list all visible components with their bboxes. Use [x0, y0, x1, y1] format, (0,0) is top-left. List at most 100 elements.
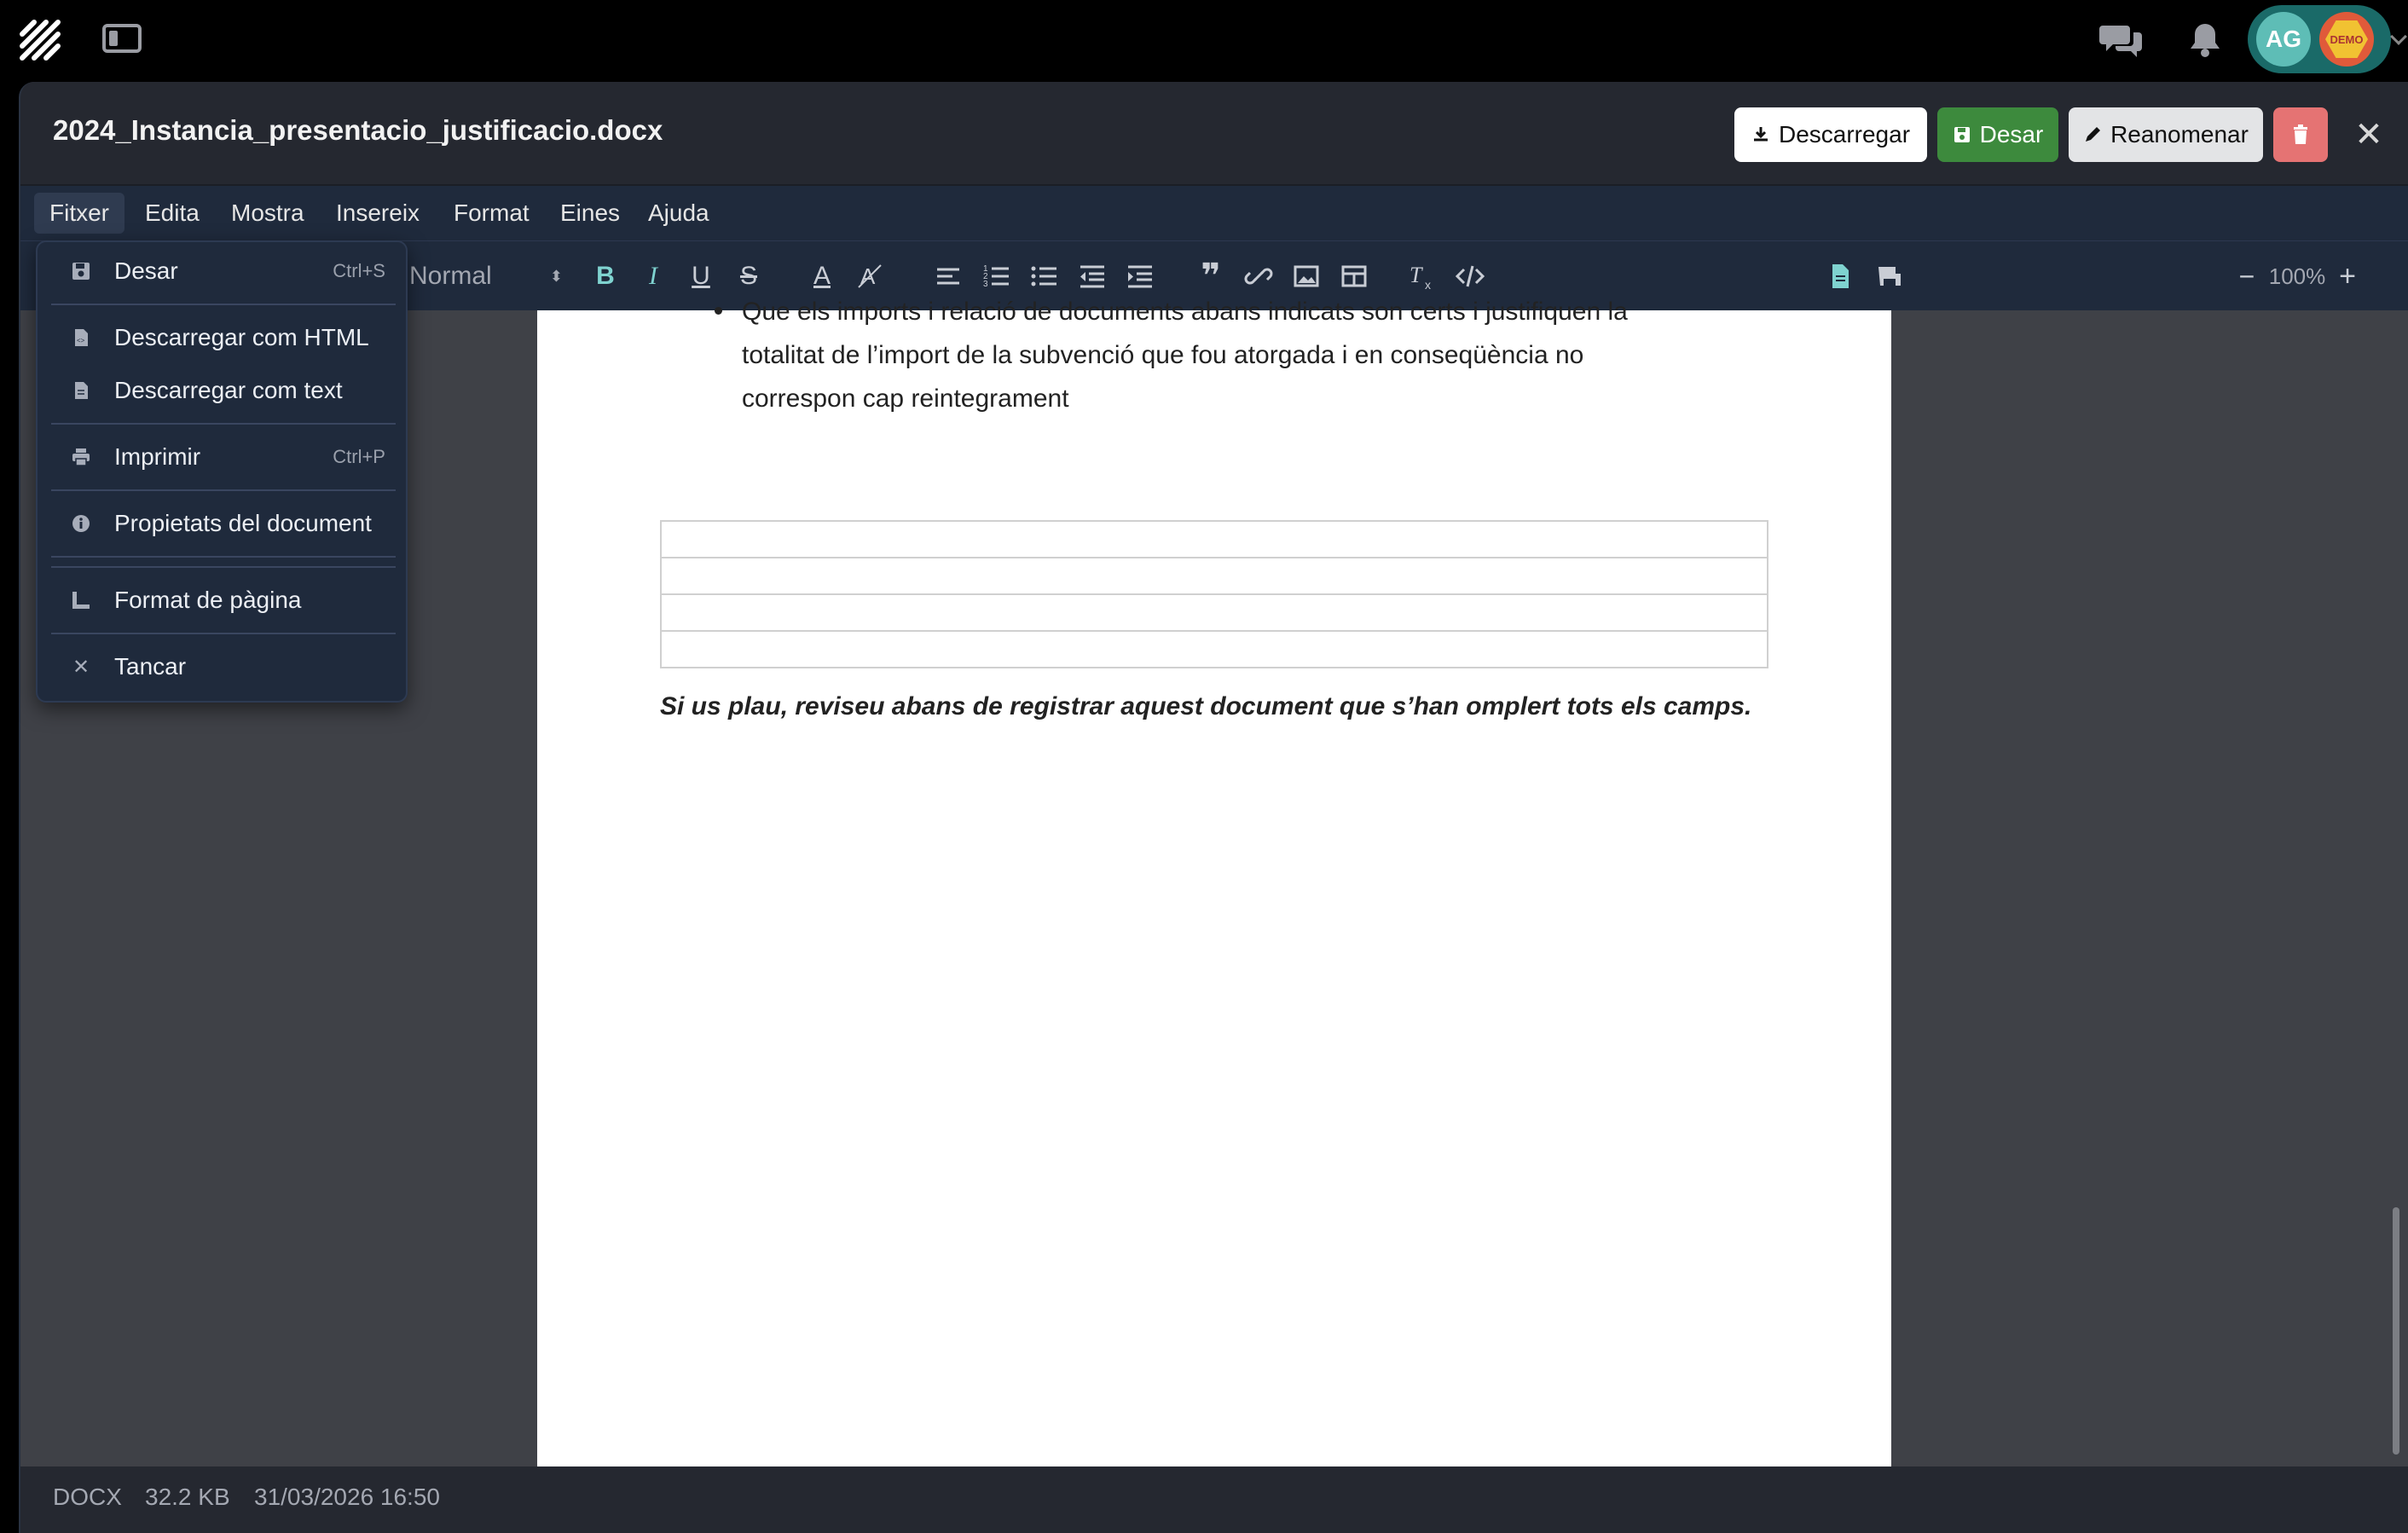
menu-item-label: Descarregar com HTML: [114, 324, 369, 350]
menu-item-label: Format de pàgina: [114, 587, 302, 613]
document-page[interactable]: Que els imports i relació de documents a…: [537, 298, 1891, 1466]
italic-icon[interactable]: I: [636, 258, 670, 294]
notifications-bell-icon[interactable]: [2188, 20, 2222, 58]
menu-item-download-text[interactable]: Descarregar com text: [53, 367, 394, 414]
menu-item-properties[interactable]: Propietats del document: [53, 500, 394, 547]
table-row: [660, 520, 1768, 558]
menu-item-label: Desar: [114, 257, 178, 284]
chevron-down-icon[interactable]: [2390, 28, 2407, 45]
user-avatar[interactable]: AG: [2256, 12, 2311, 67]
account-menu[interactable]: AG DEMO: [2248, 5, 2391, 73]
text-color-icon[interactable]: A: [805, 258, 839, 294]
print-icon: [68, 444, 94, 470]
save-icon: [1954, 127, 1970, 142]
menu-format[interactable]: Format: [438, 193, 545, 234]
menu-item-label: Propietats del document: [114, 510, 372, 536]
clear-formatting-icon[interactable]: Tx: [1405, 258, 1439, 294]
menu-item-download-html[interactable]: <> Descarregar com HTML: [53, 314, 394, 362]
menu-item-page-format[interactable]: Format de pàgina: [53, 576, 394, 624]
underline-icon[interactable]: U: [684, 258, 718, 294]
menu-edit[interactable]: Edita: [130, 193, 215, 234]
menu-item-label: Imprimir: [114, 443, 201, 470]
shortcut-label: Ctrl+P: [333, 446, 385, 467]
save-button[interactable]: Desar: [1937, 107, 2058, 162]
chat-icon[interactable]: [2099, 20, 2144, 58]
table-cell[interactable]: [660, 593, 1768, 632]
ordered-list-icon[interactable]: 123: [979, 258, 1013, 294]
html-file-icon: <>: [68, 325, 94, 350]
menu-view[interactable]: Mostra: [216, 193, 320, 234]
zoom-out-icon[interactable]: −: [2234, 258, 2260, 294]
menu-divider: [51, 489, 396, 491]
close-icon: ✕: [72, 655, 90, 679]
print-preview-icon[interactable]: [1871, 258, 1908, 294]
menu-file[interactable]: Fitxer: [34, 193, 124, 234]
document-page-icon[interactable]: [1823, 258, 1857, 294]
menu-divider: [51, 556, 396, 558]
status-bar: DOCX 32.2 KB 31/03/2026 16:50: [20, 1466, 2408, 1533]
table-icon[interactable]: [1337, 258, 1371, 294]
svg-text:A: A: [860, 263, 876, 289]
svg-text:<>: <>: [77, 337, 85, 344]
body-line-3: correspon cap reintegrament: [742, 385, 1069, 413]
modified-date: 31/03/2026 16:50: [254, 1484, 440, 1510]
link-icon[interactable]: [1242, 258, 1276, 294]
menu-bar: Fitxer Edita Mostra Insereix Format Eine…: [20, 186, 2408, 240]
menu-item-save[interactable]: Desar Ctrl+S: [53, 247, 394, 295]
document-table[interactable]: [660, 520, 1768, 668]
paragraph-style-select[interactable]: Normal ⬍: [409, 258, 563, 294]
image-icon[interactable]: [1289, 258, 1323, 294]
menu-insert[interactable]: Insereix: [321, 193, 435, 234]
menu-divider: [51, 566, 396, 568]
download-button[interactable]: Descarregar: [1734, 107, 1927, 162]
menu-tools[interactable]: Eines: [545, 193, 635, 234]
code-view-icon[interactable]: [1451, 258, 1489, 294]
zoom-level: 100%: [2268, 263, 2326, 289]
download-label: Descarregar: [1778, 121, 1911, 148]
file-size: 32.2 KB: [145, 1484, 230, 1510]
menu-item-print[interactable]: Imprimir Ctrl+P: [53, 433, 394, 481]
svg-text:T: T: [1409, 263, 1423, 287]
save-label: Desar: [1979, 121, 2044, 148]
table-row: [660, 593, 1768, 632]
svg-text:x: x: [1425, 278, 1431, 291]
table-cell[interactable]: [660, 520, 1768, 558]
text-file-icon: [68, 378, 94, 403]
document-title: 2024_Instancia_presentacio_justificacio.…: [53, 114, 663, 146]
demo-badge-label: DEMO: [2325, 20, 2368, 58]
svg-text:3: 3: [983, 280, 988, 289]
menu-divider: [51, 304, 396, 305]
zoom-in-icon[interactable]: +: [2335, 258, 2360, 294]
menu-item-close[interactable]: ✕ Tancar: [53, 643, 394, 691]
table-row: [660, 557, 1768, 595]
trash-icon: [2294, 124, 2307, 144]
file-type: DOCX: [53, 1484, 122, 1510]
indent-icon[interactable]: [1122, 258, 1156, 294]
outdent-icon[interactable]: [1074, 258, 1108, 294]
menu-item-label: Tancar: [114, 653, 187, 680]
list-bullet: [715, 307, 722, 315]
table-cell[interactable]: [660, 557, 1768, 595]
table-cell[interactable]: [660, 630, 1768, 668]
align-left-icon[interactable]: [931, 258, 965, 294]
ruler-icon: [68, 587, 94, 613]
blockquote-icon[interactable]: ❞: [1194, 257, 1228, 295]
menu-divider: [51, 633, 396, 634]
bold-icon[interactable]: B: [588, 258, 622, 294]
highlight-color-icon[interactable]: A: [853, 258, 887, 294]
delete-button[interactable]: [2273, 107, 2328, 162]
menu-help[interactable]: Ajuda: [633, 193, 725, 234]
shortcut-label: Ctrl+S: [333, 260, 385, 281]
rename-button[interactable]: Reanomenar: [2069, 107, 2263, 162]
vertical-scrollbar[interactable]: [2393, 1207, 2399, 1455]
body-line-2: totalitat de l’import de la subvenció qu…: [742, 341, 1584, 369]
app-logo-icon[interactable]: [17, 17, 63, 63]
sidebar-toggle-icon[interactable]: [102, 24, 142, 53]
strikethrough-icon[interactable]: S: [732, 258, 766, 294]
body-line-1: Que els imports i relació de documents a…: [742, 298, 1628, 326]
select-arrows-icon: ⬍: [549, 267, 563, 285]
rename-label: Reanomenar: [2110, 121, 2249, 148]
bullet-list-icon[interactable]: [1027, 258, 1061, 294]
demo-badge: DEMO: [2319, 12, 2374, 67]
close-icon[interactable]: ✕: [2348, 114, 2389, 155]
